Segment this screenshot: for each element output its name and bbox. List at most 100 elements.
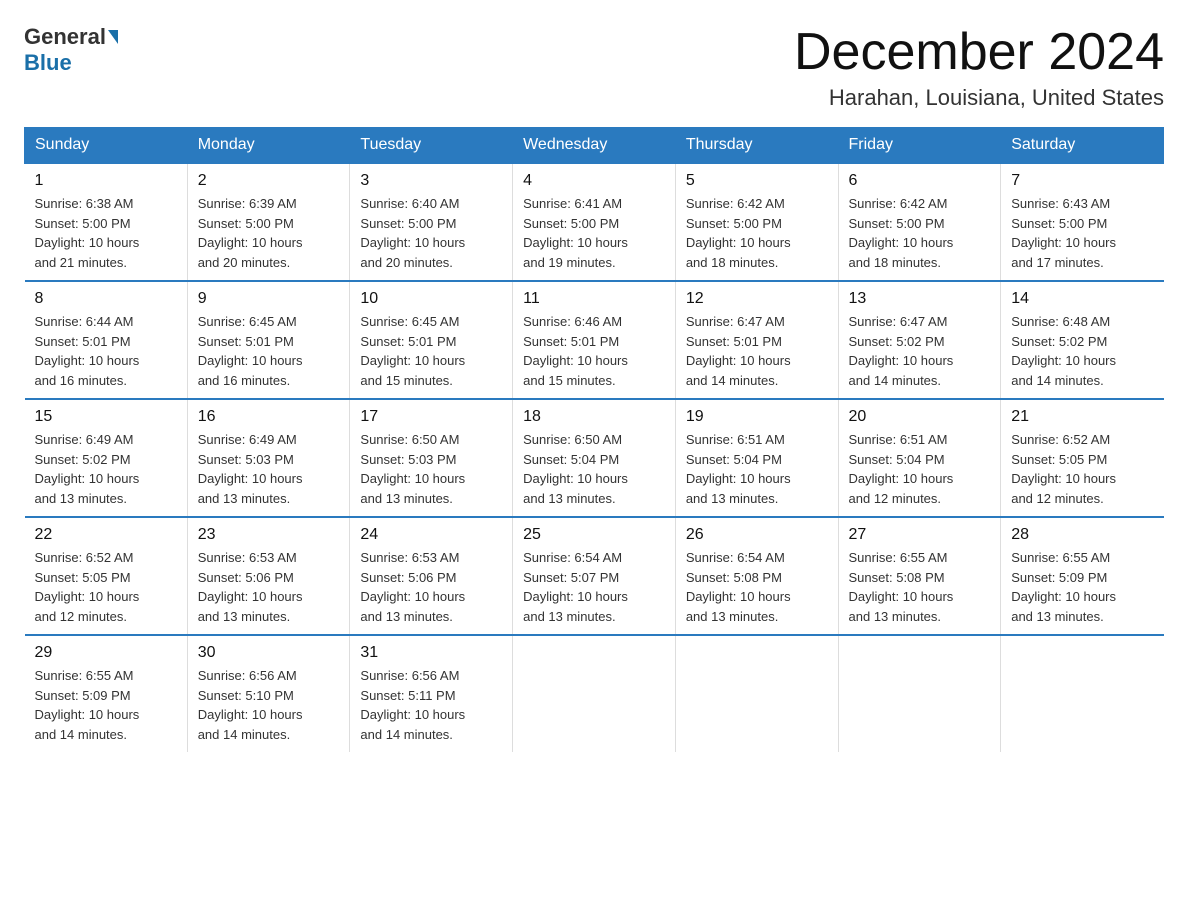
day-info: Sunrise: 6:47 AM Sunset: 5:02 PM Dayligh… (849, 312, 991, 390)
day-info: Sunrise: 6:44 AM Sunset: 5:01 PM Dayligh… (35, 312, 177, 390)
day-number: 8 (35, 290, 177, 308)
day-number: 3 (360, 172, 502, 190)
day-info: Sunrise: 6:47 AM Sunset: 5:01 PM Dayligh… (686, 312, 828, 390)
day-info: Sunrise: 6:38 AM Sunset: 5:00 PM Dayligh… (35, 194, 177, 272)
calendar-cell: 8 Sunrise: 6:44 AM Sunset: 5:01 PM Daylig… (25, 281, 188, 399)
day-info: Sunrise: 6:39 AM Sunset: 5:00 PM Dayligh… (198, 194, 340, 272)
day-info: Sunrise: 6:54 AM Sunset: 5:08 PM Dayligh… (686, 548, 828, 626)
calendar-cell: 24 Sunrise: 6:53 AM Sunset: 5:06 PM Dayli… (350, 517, 513, 635)
calendar-week-row: 29 Sunrise: 6:55 AM Sunset: 5:09 PM Dayli… (25, 635, 1164, 752)
calendar-cell (675, 635, 838, 752)
day-number: 19 (686, 408, 828, 426)
logo-blue-text: Blue (24, 50, 72, 75)
day-info: Sunrise: 6:46 AM Sunset: 5:01 PM Dayligh… (523, 312, 665, 390)
day-info: Sunrise: 6:42 AM Sunset: 5:00 PM Dayligh… (849, 194, 991, 272)
calendar-cell: 26 Sunrise: 6:54 AM Sunset: 5:08 PM Dayli… (675, 517, 838, 635)
calendar-cell: 23 Sunrise: 6:53 AM Sunset: 5:06 PM Dayli… (187, 517, 350, 635)
location-title: Harahan, Louisiana, United States (794, 85, 1164, 111)
day-info: Sunrise: 6:42 AM Sunset: 5:00 PM Dayligh… (686, 194, 828, 272)
day-number: 15 (35, 408, 177, 426)
day-number: 22 (35, 526, 177, 544)
day-number: 21 (1011, 408, 1153, 426)
day-number: 18 (523, 408, 665, 426)
calendar-cell (838, 635, 1001, 752)
calendar-cell: 4 Sunrise: 6:41 AM Sunset: 5:00 PM Daylig… (513, 163, 676, 281)
day-number: 17 (360, 408, 502, 426)
day-info: Sunrise: 6:56 AM Sunset: 5:11 PM Dayligh… (360, 666, 502, 744)
day-info: Sunrise: 6:41 AM Sunset: 5:00 PM Dayligh… (523, 194, 665, 272)
calendar-cell: 13 Sunrise: 6:47 AM Sunset: 5:02 PM Dayli… (838, 281, 1001, 399)
day-number: 12 (686, 290, 828, 308)
day-number: 6 (849, 172, 991, 190)
day-number: 29 (35, 644, 177, 662)
day-info: Sunrise: 6:45 AM Sunset: 5:01 PM Dayligh… (360, 312, 502, 390)
day-number: 13 (849, 290, 991, 308)
day-number: 20 (849, 408, 991, 426)
day-info: Sunrise: 6:52 AM Sunset: 5:05 PM Dayligh… (35, 548, 177, 626)
day-info: Sunrise: 6:52 AM Sunset: 5:05 PM Dayligh… (1011, 430, 1153, 508)
day-number: 5 (686, 172, 828, 190)
calendar-week-row: 15Sunrise: 6:49 AM Sunset: 5:02 PM Dayli… (25, 399, 1164, 517)
day-info: Sunrise: 6:49 AM Sunset: 5:03 PM Dayligh… (198, 430, 340, 508)
calendar-cell: 10 Sunrise: 6:45 AM Sunset: 5:01 PM Dayli… (350, 281, 513, 399)
calendar-cell: 15Sunrise: 6:49 AM Sunset: 5:02 PM Dayli… (25, 399, 188, 517)
day-number: 1 (35, 172, 177, 190)
day-info: Sunrise: 6:56 AM Sunset: 5:10 PM Dayligh… (198, 666, 340, 744)
day-number: 14 (1011, 290, 1153, 308)
calendar-cell: 21 Sunrise: 6:52 AM Sunset: 5:05 PM Dayli… (1001, 399, 1164, 517)
day-number: 23 (198, 526, 340, 544)
header-sunday: Sunday (25, 128, 188, 164)
day-number: 7 (1011, 172, 1153, 190)
day-info: Sunrise: 6:45 AM Sunset: 5:01 PM Dayligh… (198, 312, 340, 390)
calendar-cell: 27Sunrise: 6:55 AM Sunset: 5:08 PM Dayli… (838, 517, 1001, 635)
day-info: Sunrise: 6:40 AM Sunset: 5:00 PM Dayligh… (360, 194, 502, 272)
calendar-cell: 20 Sunrise: 6:51 AM Sunset: 5:04 PM Dayli… (838, 399, 1001, 517)
day-number: 28 (1011, 526, 1153, 544)
day-info: Sunrise: 6:50 AM Sunset: 5:04 PM Dayligh… (523, 430, 665, 508)
calendar-cell: 12 Sunrise: 6:47 AM Sunset: 5:01 PM Dayli… (675, 281, 838, 399)
day-number: 27 (849, 526, 991, 544)
header-tuesday: Tuesday (350, 128, 513, 164)
calendar-cell: 28Sunrise: 6:55 AM Sunset: 5:09 PM Dayli… (1001, 517, 1164, 635)
day-info: Sunrise: 6:55 AM Sunset: 5:09 PM Dayligh… (35, 666, 177, 744)
calendar-table: SundayMondayTuesdayWednesdayThursdayFrid… (24, 127, 1164, 752)
day-number: 4 (523, 172, 665, 190)
calendar-cell (1001, 635, 1164, 752)
calendar-cell: 11Sunrise: 6:46 AM Sunset: 5:01 PM Dayli… (513, 281, 676, 399)
calendar-cell: 9Sunrise: 6:45 AM Sunset: 5:01 PM Daylig… (187, 281, 350, 399)
calendar-cell: 30 Sunrise: 6:56 AM Sunset: 5:10 PM Dayli… (187, 635, 350, 752)
calendar-cell: 25Sunrise: 6:54 AM Sunset: 5:07 PM Dayli… (513, 517, 676, 635)
day-info: Sunrise: 6:53 AM Sunset: 5:06 PM Dayligh… (198, 548, 340, 626)
calendar-cell (513, 635, 676, 752)
header-friday: Friday (838, 128, 1001, 164)
day-number: 30 (198, 644, 340, 662)
calendar-cell: 18 Sunrise: 6:50 AM Sunset: 5:04 PM Dayli… (513, 399, 676, 517)
day-number: 10 (360, 290, 502, 308)
day-info: Sunrise: 6:50 AM Sunset: 5:03 PM Dayligh… (360, 430, 502, 508)
calendar-week-row: 22 Sunrise: 6:52 AM Sunset: 5:05 PM Dayli… (25, 517, 1164, 635)
calendar-cell: 31Sunrise: 6:56 AM Sunset: 5:11 PM Dayli… (350, 635, 513, 752)
day-number: 25 (523, 526, 665, 544)
day-number: 24 (360, 526, 502, 544)
day-number: 26 (686, 526, 828, 544)
calendar-cell: 29 Sunrise: 6:55 AM Sunset: 5:09 PM Dayli… (25, 635, 188, 752)
logo-triangle-icon (108, 30, 118, 44)
calendar-cell: 7Sunrise: 6:43 AM Sunset: 5:00 PM Daylig… (1001, 163, 1164, 281)
page-header: General Blue December 2024 Harahan, Loui… (24, 24, 1164, 111)
calendar-cell: 6 Sunrise: 6:42 AM Sunset: 5:00 PM Daylig… (838, 163, 1001, 281)
day-info: Sunrise: 6:48 AM Sunset: 5:02 PM Dayligh… (1011, 312, 1153, 390)
calendar-cell: 3 Sunrise: 6:40 AM Sunset: 5:00 PM Daylig… (350, 163, 513, 281)
month-title: December 2024 (794, 24, 1164, 81)
calendar-header-row: SundayMondayTuesdayWednesdayThursdayFrid… (25, 128, 1164, 164)
day-number: 16 (198, 408, 340, 426)
calendar-cell: 17 Sunrise: 6:50 AM Sunset: 5:03 PM Dayli… (350, 399, 513, 517)
calendar-week-row: 1 Sunrise: 6:38 AM Sunset: 5:00 PM Daylig… (25, 163, 1164, 281)
logo: General Blue (24, 24, 120, 76)
day-info: Sunrise: 6:51 AM Sunset: 5:04 PM Dayligh… (849, 430, 991, 508)
header-saturday: Saturday (1001, 128, 1164, 164)
day-info: Sunrise: 6:53 AM Sunset: 5:06 PM Dayligh… (360, 548, 502, 626)
calendar-cell: 16 Sunrise: 6:49 AM Sunset: 5:03 PM Dayli… (187, 399, 350, 517)
header-wednesday: Wednesday (513, 128, 676, 164)
calendar-cell: 2Sunrise: 6:39 AM Sunset: 5:00 PM Daylig… (187, 163, 350, 281)
calendar-cell: 14 Sunrise: 6:48 AM Sunset: 5:02 PM Dayli… (1001, 281, 1164, 399)
